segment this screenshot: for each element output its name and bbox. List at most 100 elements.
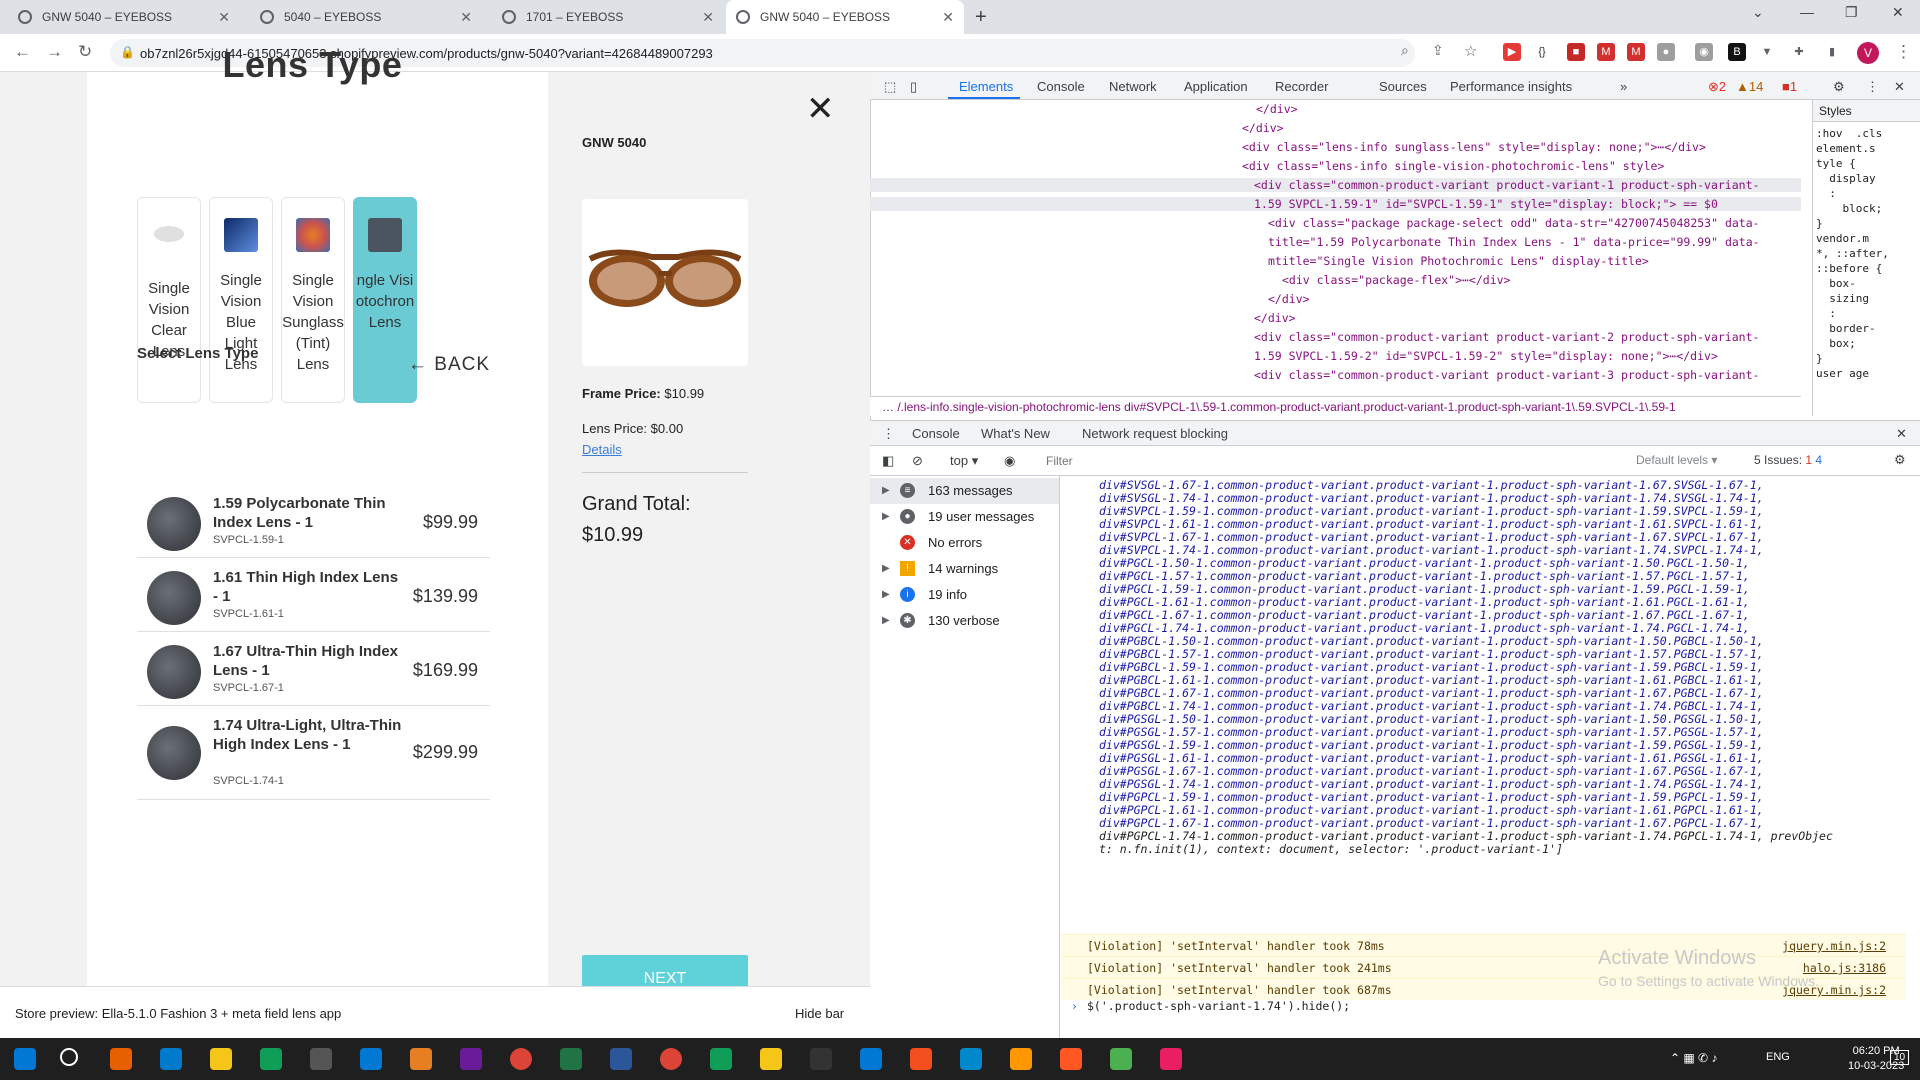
- dom-node[interactable]: </div>: [1242, 121, 1284, 135]
- dom-node[interactable]: </div>: [1256, 102, 1298, 116]
- eye-icon[interactable]: ◉: [1004, 453, 1015, 469]
- firefox-icon[interactable]: [110, 1048, 132, 1070]
- close-icon[interactable]: ✕: [218, 9, 230, 26]
- star-icon[interactable]: ☆: [1464, 42, 1477, 60]
- browser-tab-active[interactable]: GNW 5040 – EYEBOSS ✕: [726, 0, 964, 34]
- json-ext-icon[interactable]: {}: [1533, 43, 1551, 61]
- more-tabs-icon[interactable]: »: [1620, 79, 1627, 94]
- close-icon[interactable]: ✕: [1894, 79, 1905, 95]
- sidebar-item-user-messages[interactable]: ▶ ● 19 user messages: [870, 504, 1059, 530]
- browser-tab[interactable]: 5040 – EYEBOSS ✕: [250, 0, 482, 34]
- kebab-menu-icon[interactable]: ⋮: [882, 426, 895, 442]
- minimize-button[interactable]: —: [1800, 4, 1814, 20]
- photos-icon[interactable]: [860, 1048, 882, 1070]
- back-arrow-icon[interactable]: ←: [14, 42, 31, 62]
- dom-node[interactable]: </div>: [1268, 292, 1310, 306]
- mail-icon[interactable]: [360, 1048, 382, 1070]
- reload-icon[interactable]: ↻: [78, 42, 92, 62]
- sidebar-item-messages[interactable]: ▶ ≡ 163 messages: [870, 478, 1059, 504]
- close-icon[interactable]: ✕: [460, 9, 472, 26]
- expand-arrow-icon[interactable]: ▶: [882, 504, 890, 530]
- excel-icon[interactable]: [560, 1048, 582, 1070]
- vue-ext-icon[interactable]: ▼: [1758, 43, 1776, 61]
- app-icon[interactable]: [960, 1048, 982, 1070]
- tab-elements[interactable]: Elements: [959, 79, 1013, 94]
- context-select[interactable]: top ▾: [950, 453, 978, 469]
- sidebar-item-warnings[interactable]: ▶ ! 14 warnings: [870, 556, 1059, 582]
- close-icon[interactable]: ✕: [1896, 426, 1907, 442]
- drawer-tab-console[interactable]: Console: [912, 426, 960, 441]
- device-toggle-icon[interactable]: ▯: [910, 79, 917, 95]
- gmail-ext-icon[interactable]: M: [1597, 43, 1615, 61]
- new-tab-button[interactable]: +: [975, 6, 987, 29]
- back-button[interactable]: ← BACK: [408, 354, 490, 376]
- sidebar-toggle-icon[interactable]: ◧: [882, 453, 894, 469]
- extension-icon[interactable]: ●: [1657, 43, 1675, 61]
- language-indicator[interactable]: ENG: [1766, 1051, 1790, 1063]
- clear-console-icon[interactable]: ⊘: [912, 453, 923, 469]
- expand-arrow-icon[interactable]: ▶: [882, 582, 890, 608]
- browser-tab[interactable]: GNW 5040 – EYEBOSS ✕: [8, 0, 240, 34]
- close-icon[interactable]: ✕: [806, 92, 835, 126]
- youtube-ext-icon[interactable]: ▶: [1503, 43, 1521, 61]
- close-icon[interactable]: ✕: [942, 9, 954, 26]
- sidebar-item-verbose[interactable]: ▶ ✱ 130 verbose: [870, 608, 1059, 634]
- chrome-icon[interactable]: [510, 1048, 532, 1070]
- dom-node[interactable]: <div class="lens-info single-vision-phot…: [1242, 159, 1664, 173]
- sidebar-item-errors[interactable]: ✕ No errors: [870, 530, 1059, 556]
- phpstorm-icon[interactable]: [460, 1048, 482, 1070]
- app-icon[interactable]: [1160, 1048, 1182, 1070]
- issues-button[interactable]: 5 Issues: 1 4: [1754, 453, 1822, 467]
- figma-icon[interactable]: [910, 1048, 932, 1070]
- dom-node[interactable]: <div class="common-product-variant produ…: [1254, 368, 1759, 382]
- inspect-icon[interactable]: ⬚: [884, 79, 896, 95]
- chrome-icon[interactable]: [660, 1048, 682, 1070]
- clock[interactable]: 06:20 PM 10-03-2023: [1848, 1044, 1904, 1074]
- puzzle-icon[interactable]: ✚: [1790, 43, 1808, 61]
- extension-icon[interactable]: ■: [1567, 43, 1585, 61]
- dom-breadcrumb[interactable]: … /.lens-info.single-vision-photochromic…: [870, 396, 1801, 416]
- expand-arrow-icon[interactable]: ▶: [882, 608, 890, 634]
- app-icon[interactable]: [1110, 1048, 1132, 1070]
- dom-node[interactable]: </div>: [1254, 311, 1296, 325]
- vscode-icon[interactable]: [160, 1048, 182, 1070]
- tab-performance-insights[interactable]: Performance insights: [1450, 79, 1572, 94]
- store-icon[interactable]: [310, 1048, 332, 1070]
- notepad-icon[interactable]: [610, 1048, 632, 1070]
- browser-tab[interactable]: 1701 – EYEBOSS ✕: [492, 0, 724, 34]
- drawer-tab-network-blocking[interactable]: Network request blocking: [1082, 426, 1228, 441]
- xampp-icon[interactable]: [410, 1048, 432, 1070]
- drawer-tab-whats-new[interactable]: What's New: [981, 426, 1050, 441]
- dom-node[interactable]: title="1.59 Polycarbonate Thin Index Len…: [1268, 235, 1760, 249]
- gear-icon[interactable]: ⚙: [1894, 452, 1906, 468]
- source-link[interactable]: jquery.min.js:2: [1782, 939, 1886, 953]
- close-window-button[interactable]: ✕: [1892, 4, 1904, 21]
- app-icon[interactable]: [1060, 1048, 1082, 1070]
- profile-avatar[interactable]: V: [1857, 42, 1879, 64]
- search-icon[interactable]: [60, 1048, 78, 1066]
- console-prompt-input[interactable]: › $('.product-sph-variant-1.74').hide();: [1061, 999, 1906, 1019]
- forward-arrow-icon[interactable]: →: [46, 42, 63, 62]
- tab-recorder[interactable]: Recorder: [1275, 79, 1328, 94]
- dom-node[interactable]: <div class="lens-info sunglass-lens" sty…: [1242, 140, 1706, 154]
- menu-icon[interactable]: ⋮: [1895, 42, 1912, 62]
- zoom-icon[interactable]: ⌕: [1401, 42, 1409, 59]
- details-link[interactable]: Details: [582, 442, 622, 457]
- expand-arrow-icon[interactable]: ▶: [882, 556, 890, 582]
- warning-count-badge[interactable]: ▲14: [1736, 79, 1763, 94]
- maximize-button[interactable]: ❐: [1845, 4, 1858, 21]
- dom-node[interactable]: <div class="package package-select odd" …: [1268, 216, 1760, 230]
- dom-node[interactable]: <div class="package-flex">⋯</div>: [1282, 273, 1510, 287]
- edge-icon[interactable]: [260, 1048, 282, 1070]
- issues-count-badge[interactable]: ■1: [1782, 79, 1797, 94]
- start-icon[interactable]: [14, 1048, 36, 1070]
- tab-console[interactable]: Console: [1037, 79, 1085, 94]
- close-icon[interactable]: ✕: [702, 9, 714, 26]
- tray-icons[interactable]: ⌃ ▦ ✆ ♪: [1670, 1051, 1717, 1065]
- hide-bar-button[interactable]: Hide bar: [795, 1006, 844, 1021]
- lens-type-card[interactable]: Single Vision Clear Lens: [137, 197, 201, 403]
- sidebar-item-info[interactable]: ▶ i 19 info: [870, 582, 1059, 608]
- app-icon[interactable]: [710, 1048, 732, 1070]
- sublime-icon[interactable]: [1010, 1048, 1032, 1070]
- dom-node-selected[interactable]: <div class="common-product-variant produ…: [870, 178, 1801, 192]
